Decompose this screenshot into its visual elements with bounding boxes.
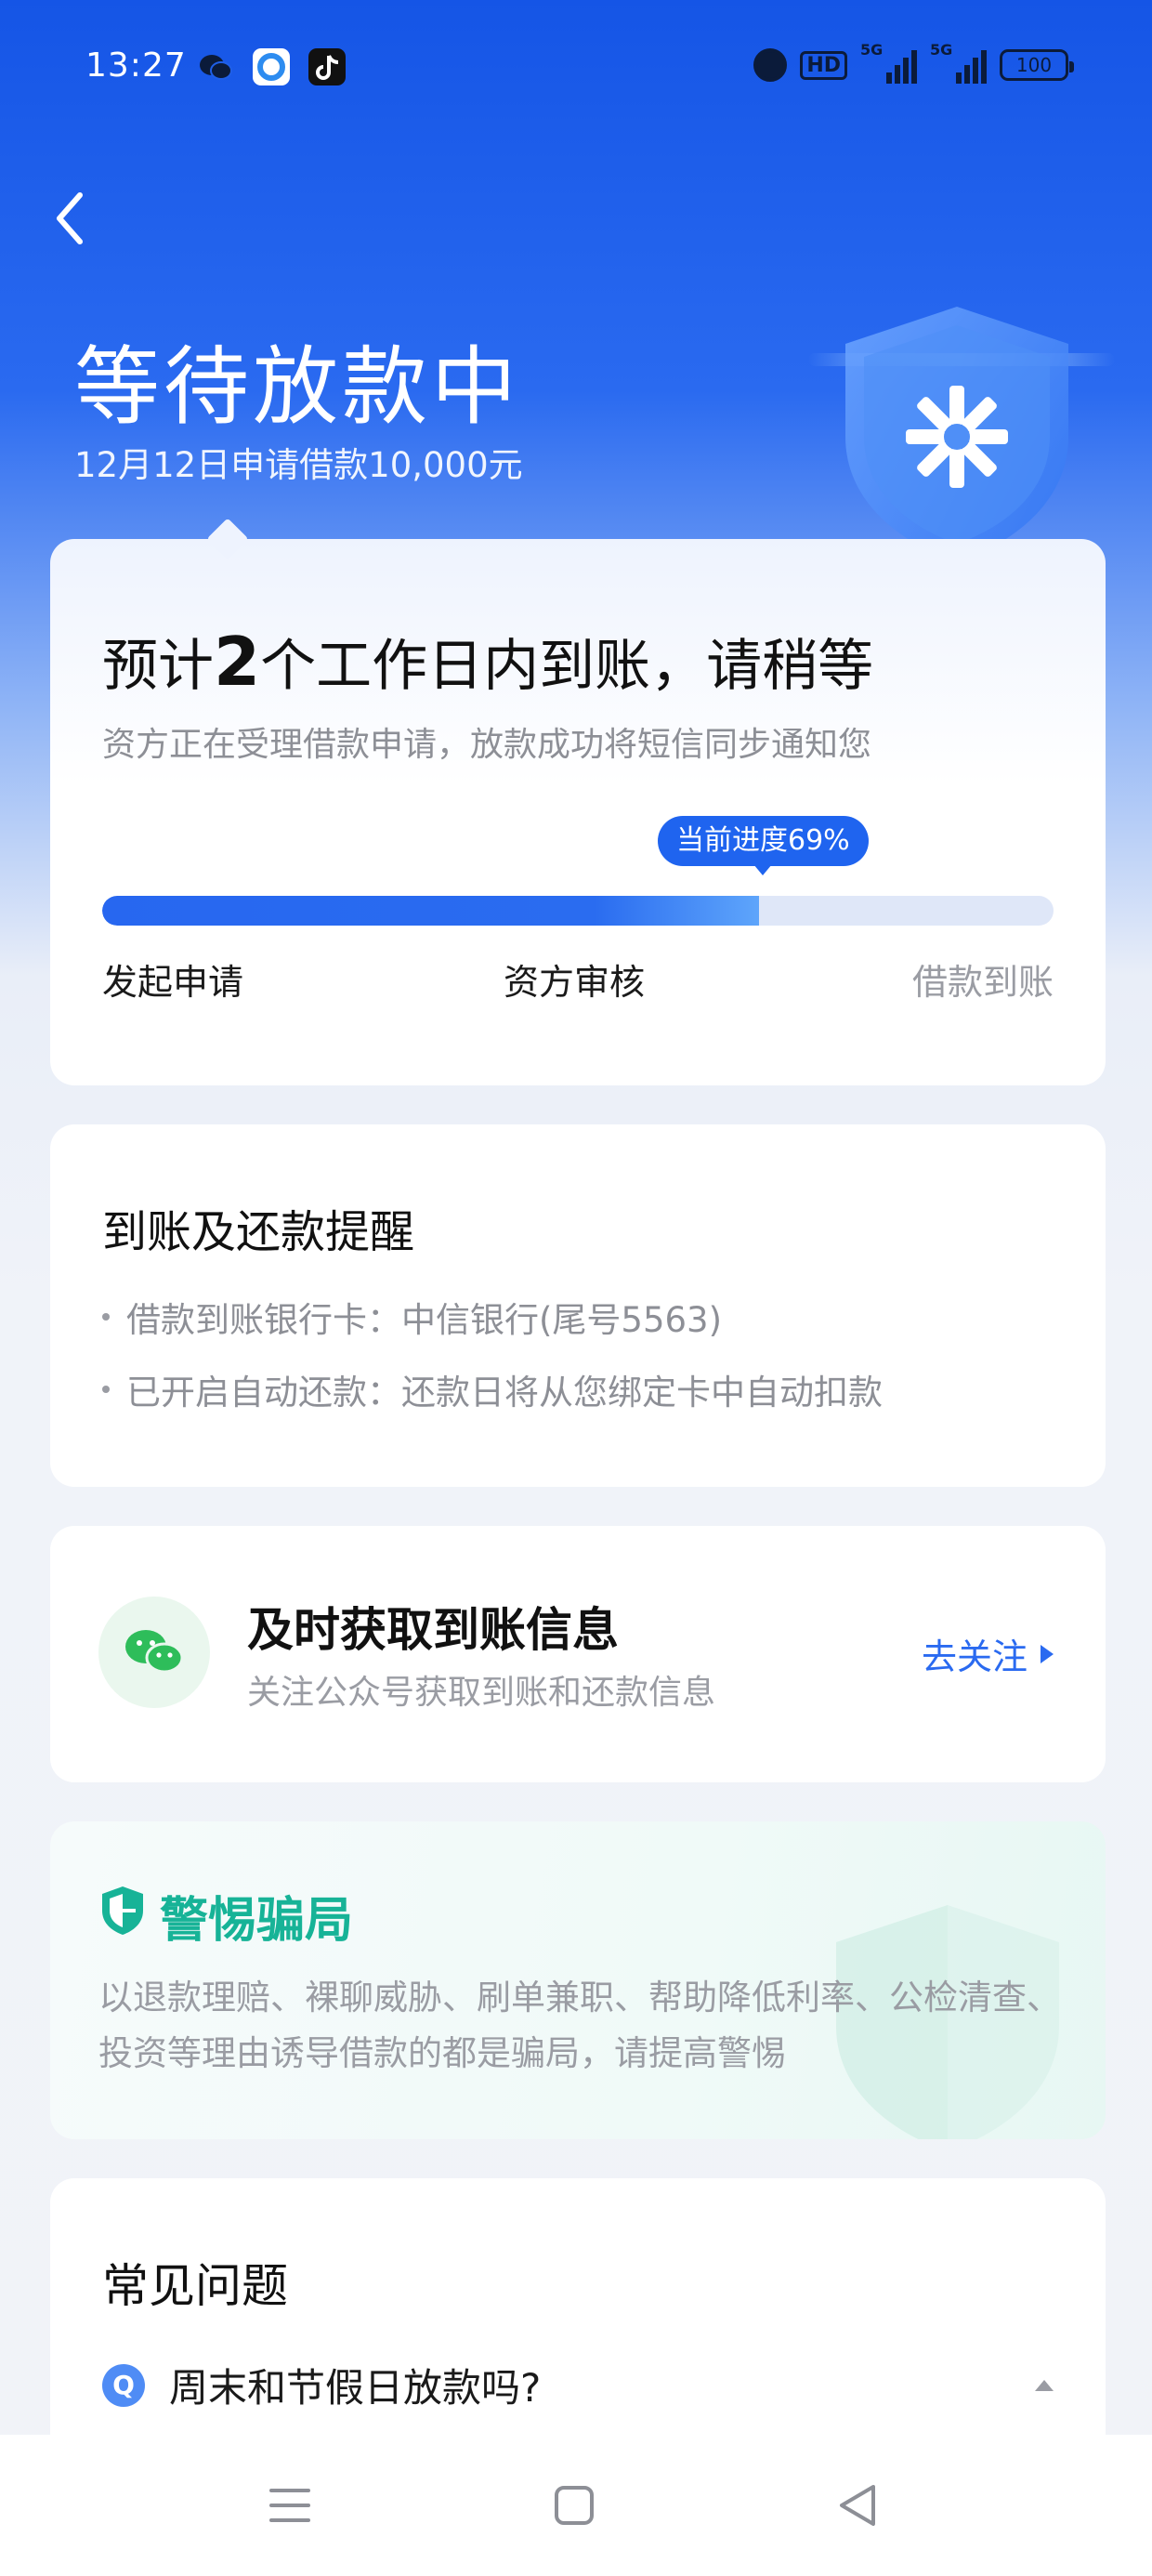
system-nav-bar (0, 2435, 1152, 2576)
menu-icon (269, 2489, 310, 2522)
signal-icon: 5G (860, 41, 917, 84)
follow-button[interactable]: 去关注 (922, 1628, 1054, 1679)
card-notch (206, 518, 249, 560)
wechat-title: 及时获取到账信息 (247, 1603, 619, 1657)
progress-bar (102, 896, 1054, 926)
browser-icon (253, 48, 290, 85)
fraud-warning-card: 警惕骗局 以退款理赔、裸聊威胁、刷单兼职、帮助降低利率、公检清查、投资等理由诱导… (50, 1821, 1106, 2139)
shield-icon (98, 1885, 147, 1937)
faq-question-text: 周末和节假日放款吗? (169, 2365, 542, 2411)
wechat-icon (197, 48, 234, 85)
progress-title-suffix: 个工作日内到账，请稍等 (260, 634, 874, 699)
wechat-description: 关注公众号获取到账和还款信息 (247, 1674, 716, 1712)
reminder-card: 到账及还款提醒 借款到账银行卡：中信银行(尾号5563) 已开启自动还款：还款日… (50, 1124, 1106, 1487)
alarm-icon (753, 48, 788, 82)
warning-text: 以退款理赔、裸聊威胁、刷单兼职、帮助降低利率、公检清查、投资等理由诱导借款的都是… (98, 1978, 1061, 2073)
status-icons: HD 5G 5G 100 (753, 41, 1074, 84)
back-button[interactable] (48, 186, 95, 251)
status-time: 13:27 (85, 46, 187, 85)
question-icon: Q (102, 2363, 145, 2407)
faq-title: 常见问题 (102, 2259, 288, 2313)
progress-badge: 当前进度69% (658, 816, 869, 875)
home-button[interactable] (544, 2476, 604, 2535)
nav-back-button[interactable] (829, 2476, 888, 2535)
wechat-avatar (98, 1597, 210, 1708)
square-icon (555, 2486, 594, 2525)
page-subtitle: 12月12日申请借款10,000元 (74, 445, 523, 485)
hd-icon: HD (800, 50, 847, 80)
battery-icon: 100 (1000, 49, 1074, 81)
step-apply: 发起申请 (102, 962, 244, 1003)
reminder-text: 借款到账银行卡：中信银行(尾号5563) (126, 1300, 723, 1340)
progress-title: 预计2个工作日内到账，请稍等 (102, 621, 873, 702)
step-review: 资方审核 (504, 962, 646, 1003)
reminder-title: 到账及还款提醒 (102, 1206, 415, 1258)
reminder-item: 借款到账银行卡：中信银行(尾号5563) (102, 1292, 722, 1342)
recent-apps-button[interactable] (260, 2476, 320, 2535)
chevron-left-icon (57, 192, 83, 244)
progress-title-number: 2 (214, 623, 261, 701)
signal-icon: 5G (930, 41, 987, 84)
triangle-back-icon (840, 2485, 875, 2526)
bullet-dot (102, 1313, 110, 1321)
wechat-logo-icon (125, 1630, 184, 1674)
signal-label: 5G (860, 41, 884, 59)
caret-up-icon (1035, 2379, 1054, 2391)
reminder-item: 已开启自动还款：还款日将从您绑定卡中自动扣款 (102, 1364, 883, 1414)
play-arrow-icon (1041, 1644, 1054, 1663)
follow-label: 去关注 (921, 1636, 1028, 1677)
step-disbursed: 借款到账 (911, 962, 1054, 1003)
tiktok-icon (308, 48, 346, 85)
signal-label: 5G (930, 41, 953, 59)
faq-question[interactable]: Q 周末和节假日放款吗? (102, 2357, 1054, 2413)
bullet-dot (102, 1386, 110, 1393)
shield-logo-icon (818, 297, 1096, 576)
progress-title-prefix: 预计 (102, 634, 214, 699)
reminder-text: 已开启自动还款：还款日将从您绑定卡中自动扣款 (126, 1373, 883, 1413)
battery-level: 100 (1015, 54, 1053, 76)
wechat-follow-card[interactable]: 及时获取到账信息 关注公众号获取到账和还款信息 去关注 (50, 1526, 1106, 1782)
progress-card: 预计2个工作日内到账，请稍等 资方正在受理借款申请，放款成功将短信同步通知您 当… (50, 518, 1106, 1085)
progress-description: 资方正在受理借款申请，放款成功将短信同步通知您 (102, 726, 872, 764)
page-title: 等待放款中 (74, 337, 521, 437)
warning-title: 警惕骗局 (160, 1893, 354, 1949)
progress-bar-fill (102, 896, 759, 926)
